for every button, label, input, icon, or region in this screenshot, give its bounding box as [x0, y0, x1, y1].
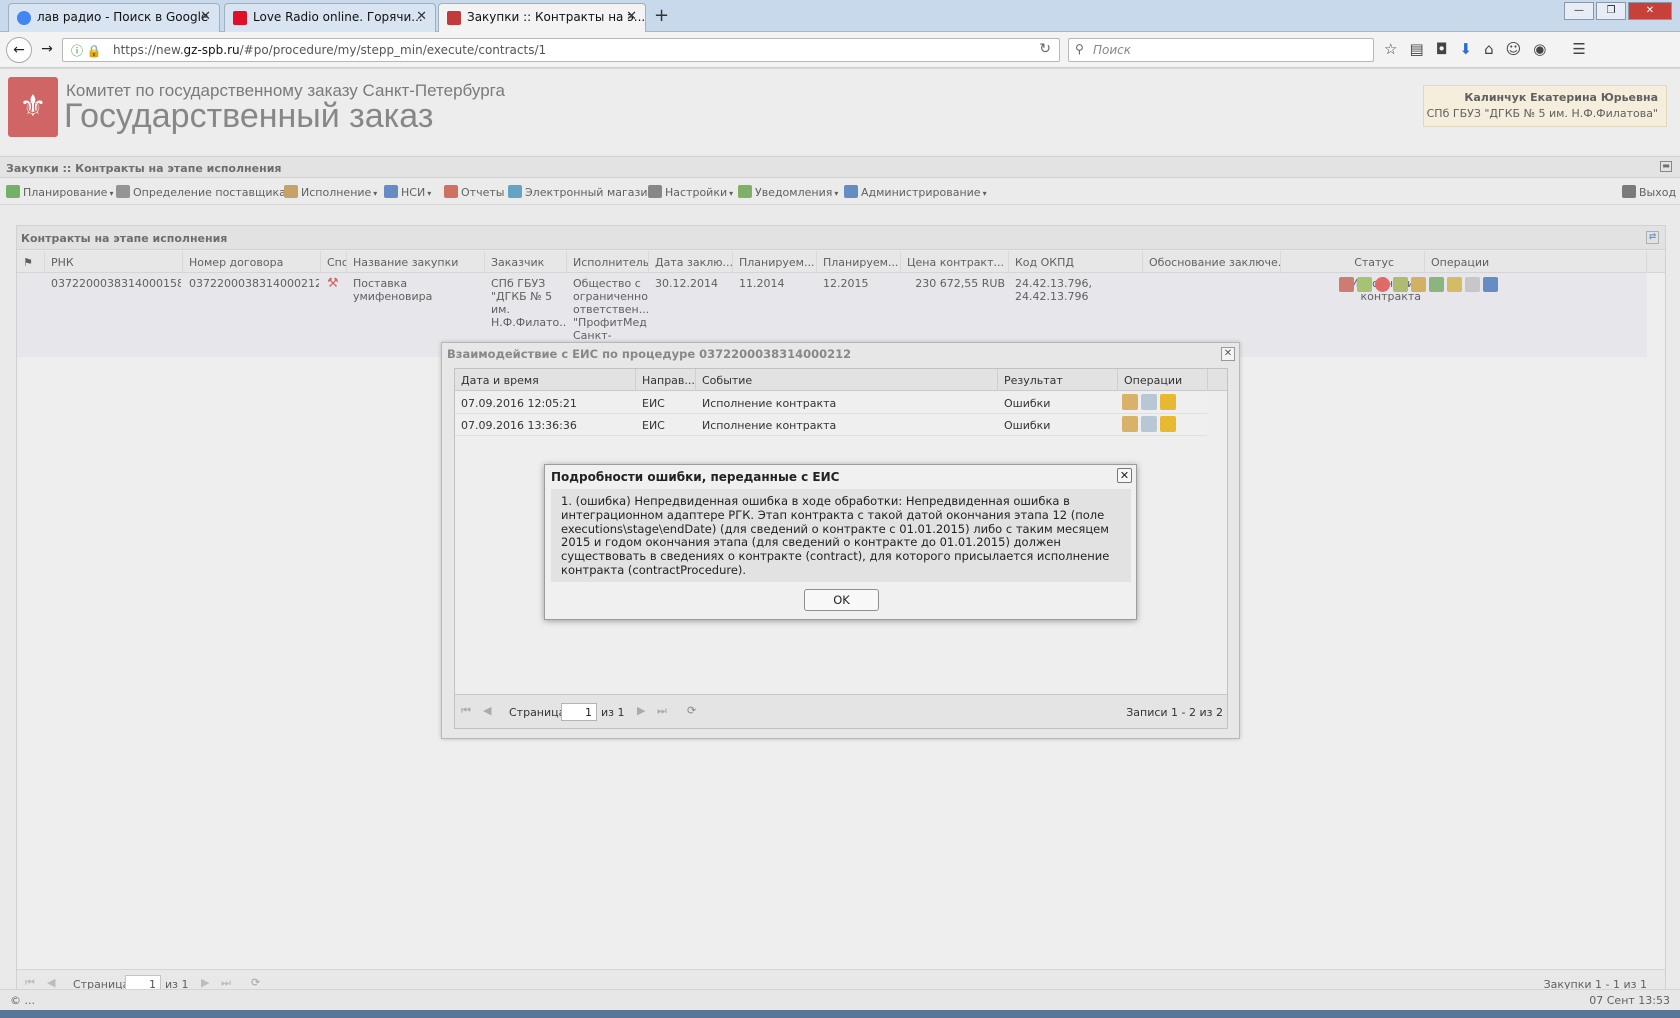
close-icon[interactable]: ✕: [1221, 347, 1235, 361]
heart-icon: [233, 11, 247, 25]
dialog-title-text: Взаимодействие с ЕИС по процедуре 037220…: [447, 347, 852, 361]
restore-icon[interactable]: ❐: [1596, 2, 1626, 20]
browser-tab-bar: лав радио - Поиск в Google ✕ Love Radio …: [0, 0, 1680, 33]
prev-page-icon[interactable]: ◀: [483, 704, 491, 717]
col-event[interactable]: Событие: [696, 369, 998, 391]
ok-button[interactable]: OK: [804, 589, 879, 611]
download-icon[interactable]: ⬇: [1460, 40, 1473, 58]
eis-grid-header: Дата и время Направ... Событие Результат…: [455, 369, 1227, 391]
minimize-icon[interactable]: —: [1564, 2, 1594, 20]
package-icon[interactable]: [1122, 394, 1138, 410]
search-icon: ⚲: [1075, 42, 1084, 56]
browser-tab-google[interactable]: лав радио - Поиск в Google ✕: [8, 3, 220, 32]
url-path: /#po/procedure/my/stepp_min/execute/cont…: [239, 43, 547, 57]
url-prefix: https://new.: [113, 43, 184, 57]
reading-list-icon[interactable]: ▤: [1409, 40, 1423, 58]
chat-icon[interactable]: ☺: [1506, 40, 1522, 58]
warning-icon[interactable]: [1160, 416, 1176, 432]
close-icon[interactable]: ✕: [1117, 468, 1132, 483]
table-row[interactable]: 07.09.2016 12:05:21 ЕИС Исполнение контр…: [455, 392, 1207, 414]
cell-datetime: 07.09.2016 13:36:36: [461, 419, 577, 432]
dialog-title-text: Подробности ошибки, переданные с ЕИС: [551, 470, 840, 484]
menu-icon[interactable]: ☰: [1572, 40, 1585, 58]
document-icon[interactable]: [1141, 394, 1157, 410]
close-icon[interactable]: ✕: [200, 9, 211, 24]
browser-nav-bar: ← → ⓘ 🔒 https://new.gz-spb.ru/#po/proced…: [0, 32, 1680, 68]
refresh-icon[interactable]: ⟳: [687, 704, 696, 717]
cell-direction: ЕИС: [642, 397, 665, 410]
home-icon[interactable]: ⌂: [1484, 40, 1494, 58]
page-of: из 1: [601, 706, 625, 719]
col-datetime[interactable]: Дата и время: [455, 369, 636, 391]
reload-icon[interactable]: ↻: [1039, 41, 1051, 57]
search-placeholder: Поиск: [1093, 43, 1132, 57]
col-direction[interactable]: Направ...: [636, 369, 696, 391]
hammer-icon: [447, 11, 461, 25]
first-page-icon[interactable]: ⏮: [461, 704, 471, 718]
error-message: 1. (ошибка) Непредвиденная ошибка в ходе…: [551, 489, 1131, 582]
page-label: Страница: [509, 706, 566, 719]
window-close-icon[interactable]: ✕: [1628, 2, 1672, 20]
url-domain: gz-spb.ru: [183, 43, 240, 57]
cell-direction: ЕИС: [642, 419, 665, 432]
close-icon[interactable]: ✕: [626, 9, 637, 24]
tab-label: Закупки :: Контракты на э...: [467, 10, 646, 24]
col-operations: Операции: [1118, 369, 1208, 391]
row-operations: [1122, 416, 1176, 432]
page-number-input[interactable]: 1: [561, 703, 597, 721]
adblock-icon[interactable]: ◉: [1533, 40, 1546, 58]
cell-event: Исполнение контракта: [702, 419, 837, 432]
cell-result: Ошибки: [1004, 419, 1051, 432]
cell-datetime: 07.09.2016 12:05:21: [461, 397, 577, 410]
records-summary: Записи 1 - 2 из 2: [1126, 706, 1223, 719]
tab-label: Love Radio online. Горячи...: [253, 10, 423, 24]
error-details-dialog: Подробности ошибки, переданные с ЕИС ✕ 1…: [544, 464, 1137, 620]
cell-event: Исполнение контракта: [702, 397, 837, 410]
google-icon: [17, 11, 31, 25]
error-dialog-title: Подробности ошибки, переданные с ЕИС ✕: [545, 465, 1136, 487]
row-operations: [1122, 394, 1176, 410]
lock-icon: ⓘ 🔒: [71, 44, 102, 58]
package-icon[interactable]: [1122, 416, 1138, 432]
browser-tab-zakupki[interactable]: Закупки :: Контракты на э... ✕: [438, 3, 646, 33]
document-icon[interactable]: [1141, 416, 1157, 432]
url-bar[interactable]: ⓘ 🔒 https://new.gz-spb.ru/#po/procedure/…: [62, 38, 1060, 62]
col-result[interactable]: Результат: [998, 369, 1118, 391]
bookmark-star-icon[interactable]: ☆: [1384, 40, 1397, 58]
tab-label: лав радио - Поиск в Google: [37, 10, 209, 24]
back-arrow-icon[interactable]: ←: [6, 37, 32, 63]
warning-icon[interactable]: [1160, 394, 1176, 410]
forward-arrow-icon[interactable]: →: [34, 37, 60, 63]
search-input[interactable]: ⚲ Поиск: [1068, 38, 1374, 62]
browser-tab-love-radio[interactable]: Love Radio online. Горячи... ✕: [224, 3, 436, 32]
new-tab-plus-icon[interactable]: +: [654, 5, 669, 26]
eis-dialog-title: Взаимодействие с ЕИС по процедуре 037220…: [442, 343, 1239, 365]
last-page-icon[interactable]: ⏭: [657, 704, 667, 718]
pocket-icon[interactable]: ◘: [1436, 40, 1448, 58]
close-icon[interactable]: ✕: [416, 9, 427, 24]
eis-pager: ⏮ ◀ Страница 1 из 1 ▶ ⏭ ⟳ Записи 1 - 2 и…: [455, 694, 1227, 728]
cell-result: Ошибки: [1004, 397, 1051, 410]
table-row[interactable]: 07.09.2016 13:36:36 ЕИС Исполнение контр…: [455, 414, 1207, 436]
next-page-icon[interactable]: ▶: [637, 704, 645, 717]
